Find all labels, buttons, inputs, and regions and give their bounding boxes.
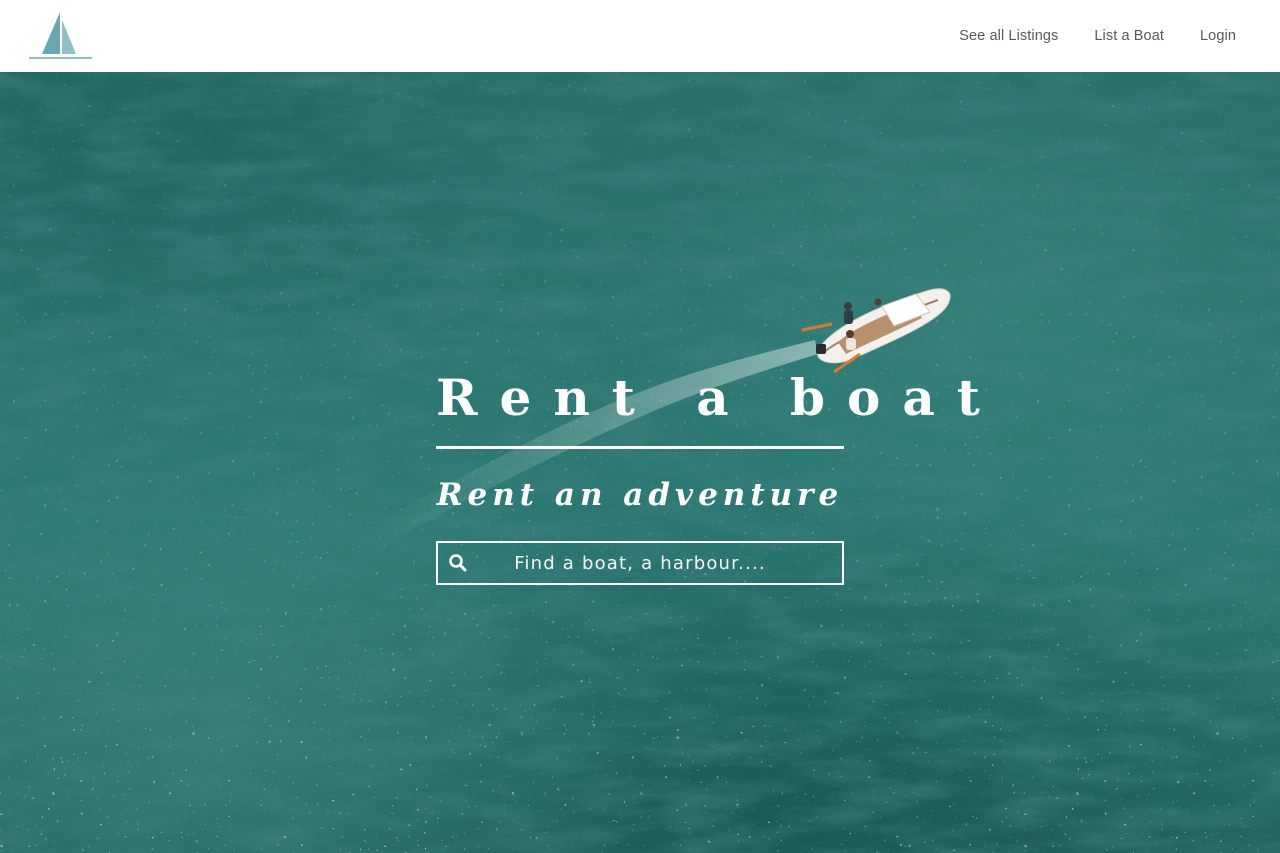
search-box[interactable] xyxy=(436,541,844,585)
hero-subtitle: Rent an adventure xyxy=(436,477,844,513)
hero-content: Rent a boat Rent an adventure xyxy=(436,368,1002,585)
search-icon xyxy=(449,554,467,572)
nav-see-all-listings[interactable]: See all Listings xyxy=(959,28,1058,44)
search-input[interactable] xyxy=(468,543,842,583)
title-divider xyxy=(436,446,844,449)
hero-title: Rent a boat xyxy=(436,368,1002,427)
boat-image xyxy=(801,288,951,374)
site-header: See all Listings List a Boat Login xyxy=(0,0,1280,72)
main-nav: See all Listings List a Boat Login xyxy=(959,28,1236,44)
hero-section: Rent a boat Rent an adventure xyxy=(0,72,1280,853)
nav-list-a-boat[interactable]: List a Boat xyxy=(1094,28,1164,44)
sailboat-icon[interactable] xyxy=(26,10,94,62)
nav-login[interactable]: Login xyxy=(1200,28,1236,44)
